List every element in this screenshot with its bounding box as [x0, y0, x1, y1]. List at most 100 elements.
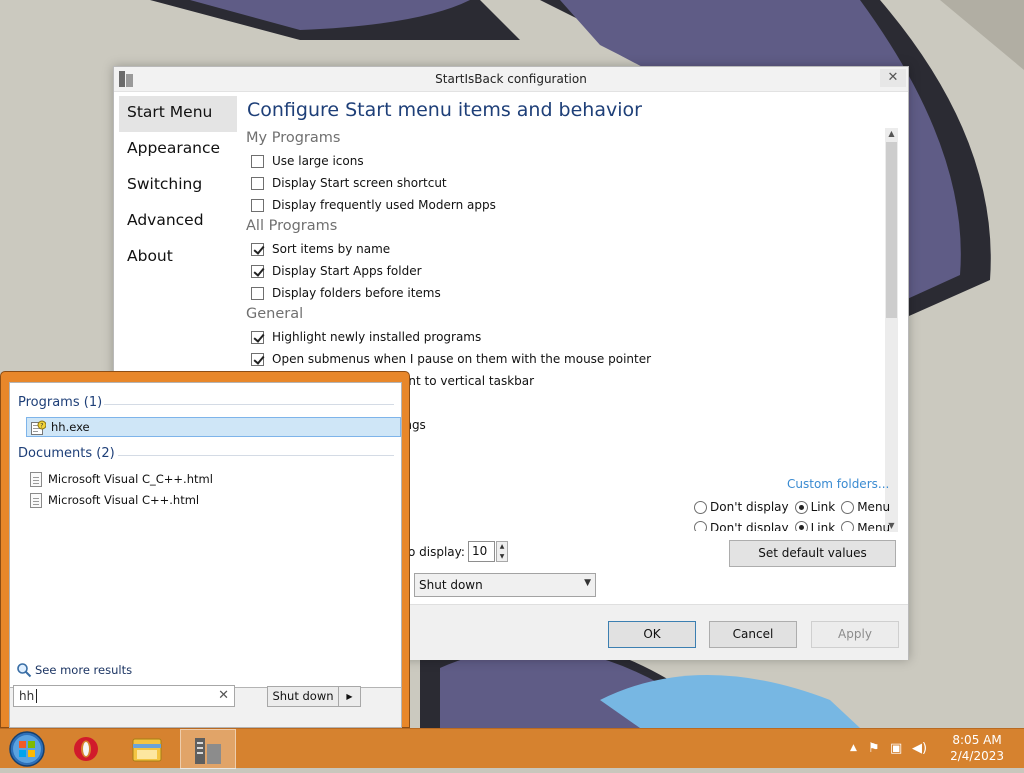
nav-switching[interactable]: Switching — [119, 168, 237, 204]
radio-label: Don't display — [710, 521, 789, 531]
opera-icon — [74, 737, 98, 761]
system-tray: ▲ ⚑ ▣ ◀) 8:05 AM 2/4/2023 — [824, 729, 1024, 769]
see-more-results-link[interactable]: See more results — [16, 662, 132, 678]
radio-dont-display[interactable] — [694, 500, 707, 514]
result-document-2[interactable]: Microsoft Visual C++.html — [26, 490, 401, 510]
start-menu: Programs (1) ? hh.exe Documents (2) Micr… — [0, 371, 410, 728]
nav-about[interactable]: About — [119, 240, 237, 276]
scroll-up-icon[interactable]: ▲ — [885, 128, 898, 140]
result-program-hh[interactable]: ? hh.exe — [26, 417, 401, 437]
result-label: Microsoft Visual C_C++.html — [48, 472, 213, 486]
power-select-value: Shut down — [419, 578, 483, 592]
search-icon — [17, 663, 32, 678]
action-center-flag-icon[interactable]: ⚑ — [868, 741, 880, 756]
documents-group-header: Documents (2) — [18, 446, 115, 461]
settings-nav: Start Menu Appearance Switching Advanced… — [119, 96, 237, 276]
option-label: Open submenus when I pause on them with … — [272, 352, 652, 366]
items-count-label: o display: — [408, 545, 465, 559]
clear-search-icon[interactable]: ✕ — [218, 688, 229, 703]
divider — [118, 455, 394, 456]
items-count-spinner[interactable]: ▲ ▼ — [496, 541, 508, 562]
start-orb[interactable] — [6, 730, 46, 768]
option-start-screen-shortcut[interactable]: Display Start screen shortcut — [246, 172, 881, 194]
shutdown-options-arrow-icon[interactable]: ▶ — [339, 686, 361, 707]
nav-start-menu[interactable]: Start Menu — [119, 96, 237, 132]
radio-group-1: Don't display Link Menu — [694, 500, 896, 514]
radio-menu[interactable] — [841, 500, 855, 514]
items-count-input[interactable]: 10 — [468, 541, 495, 562]
startisback-config-taskbar-button[interactable] — [180, 729, 236, 769]
section-header-all-programs: All Programs — [246, 218, 338, 234]
opera-taskbar-button[interactable] — [58, 729, 114, 769]
nav-advanced[interactable]: Advanced — [119, 204, 237, 240]
cancel-button[interactable]: Cancel — [709, 621, 797, 648]
result-document-1[interactable]: Microsoft Visual C_C++.html — [26, 469, 401, 489]
option-label: Use large icons — [272, 154, 364, 168]
custom-folders-link[interactable]: Custom folders... — [787, 477, 889, 491]
ok-button[interactable]: OK — [608, 621, 696, 648]
window-close-button[interactable]: ✕ — [880, 69, 906, 87]
page-heading: Configure Start menu items and behavior — [247, 99, 642, 121]
radio-label: Menu — [857, 500, 891, 514]
shut-down-button[interactable]: Shut down — [267, 686, 339, 707]
option-frequent-modern-apps[interactable]: Display frequently used Modern apps — [246, 194, 881, 216]
chevron-down-icon: ▼ — [584, 578, 591, 588]
set-default-values-button[interactable]: Set default values — [729, 540, 896, 567]
checkbox[interactable] — [251, 352, 264, 366]
options-scrollbar[interactable]: ▲ ▼ — [885, 128, 898, 532]
window-titlebar[interactable]: StartIsBack configuration ✕ — [114, 67, 908, 92]
checkbox[interactable] — [251, 176, 264, 190]
volume-icon[interactable]: ◀) — [912, 741, 927, 756]
checkbox[interactable] — [251, 242, 264, 256]
checkbox[interactable] — [251, 330, 264, 344]
section-header-my-programs: My Programs — [246, 130, 341, 146]
option-highlight-new-programs[interactable]: Highlight newly installed programs — [246, 326, 881, 348]
html-file-icon — [30, 471, 42, 487]
radio-label: Link — [810, 500, 836, 514]
result-label: hh.exe — [51, 420, 90, 434]
startisback-config-icon — [195, 738, 221, 764]
option-start-apps-folder[interactable]: Display Start Apps folder — [246, 260, 881, 282]
network-icon[interactable]: ▣ — [890, 741, 902, 756]
checkbox[interactable] — [251, 286, 264, 300]
power-button-select[interactable]: Shut down ▼ — [414, 573, 596, 597]
option-folders-before-items[interactable]: Display folders before items — [246, 282, 881, 304]
option-label: ent to vertical taskbar — [401, 374, 535, 388]
clock-time: 8:05 AM — [952, 733, 1002, 747]
spin-up-icon[interactable]: ▲ — [497, 542, 507, 552]
option-label: Display Start screen shortcut — [272, 176, 447, 190]
radio-link[interactable] — [794, 521, 808, 531]
radio-label: Don't display — [710, 500, 789, 514]
option-sort-by-name[interactable]: Sort items by name — [246, 238, 881, 260]
option-open-submenus-on-hover[interactable]: Open submenus when I pause on them with … — [246, 348, 881, 370]
radio-label: Menu — [857, 521, 891, 531]
checkbox[interactable] — [251, 198, 264, 212]
taskbar: ▲ ⚑ ▣ ◀) 8:05 AM 2/4/2023 — [0, 728, 1024, 769]
search-results-pane: Programs (1) ? hh.exe Documents (2) Micr… — [9, 382, 402, 688]
divider — [104, 404, 394, 405]
option-label: Display frequently used Modern apps — [272, 198, 496, 212]
svg-text:?: ? — [40, 422, 43, 429]
radio-group-2: Don't display Link Menu — [694, 521, 896, 531]
clock[interactable]: 8:05 AM 2/4/2023 — [950, 732, 1004, 764]
programs-group-header: Programs (1) — [18, 395, 103, 410]
show-hidden-icons-icon[interactable]: ▲ — [850, 743, 857, 753]
file-explorer-taskbar-button[interactable] — [119, 729, 175, 769]
option-label: Display folders before items — [272, 286, 441, 300]
radio-label: Link — [810, 521, 836, 531]
search-value: hh — [19, 689, 35, 703]
option-label: Display Start Apps folder — [272, 264, 422, 278]
checkbox[interactable] — [251, 154, 264, 168]
start-search-input[interactable]: hh ✕ — [13, 685, 235, 707]
window-title: StartIsBack configuration — [435, 72, 587, 86]
radio-menu[interactable] — [841, 521, 855, 531]
checkbox[interactable] — [251, 264, 264, 278]
spin-down-icon[interactable]: ▼ — [497, 552, 507, 562]
radio-link[interactable] — [794, 500, 808, 514]
radio-dont-display[interactable] — [694, 521, 707, 531]
nav-appearance[interactable]: Appearance — [119, 132, 237, 168]
result-label: Microsoft Visual C++.html — [48, 493, 200, 507]
apply-button[interactable]: Apply — [811, 621, 899, 648]
option-use-large-icons[interactable]: Use large icons — [246, 150, 881, 172]
scroll-thumb[interactable] — [886, 142, 897, 318]
